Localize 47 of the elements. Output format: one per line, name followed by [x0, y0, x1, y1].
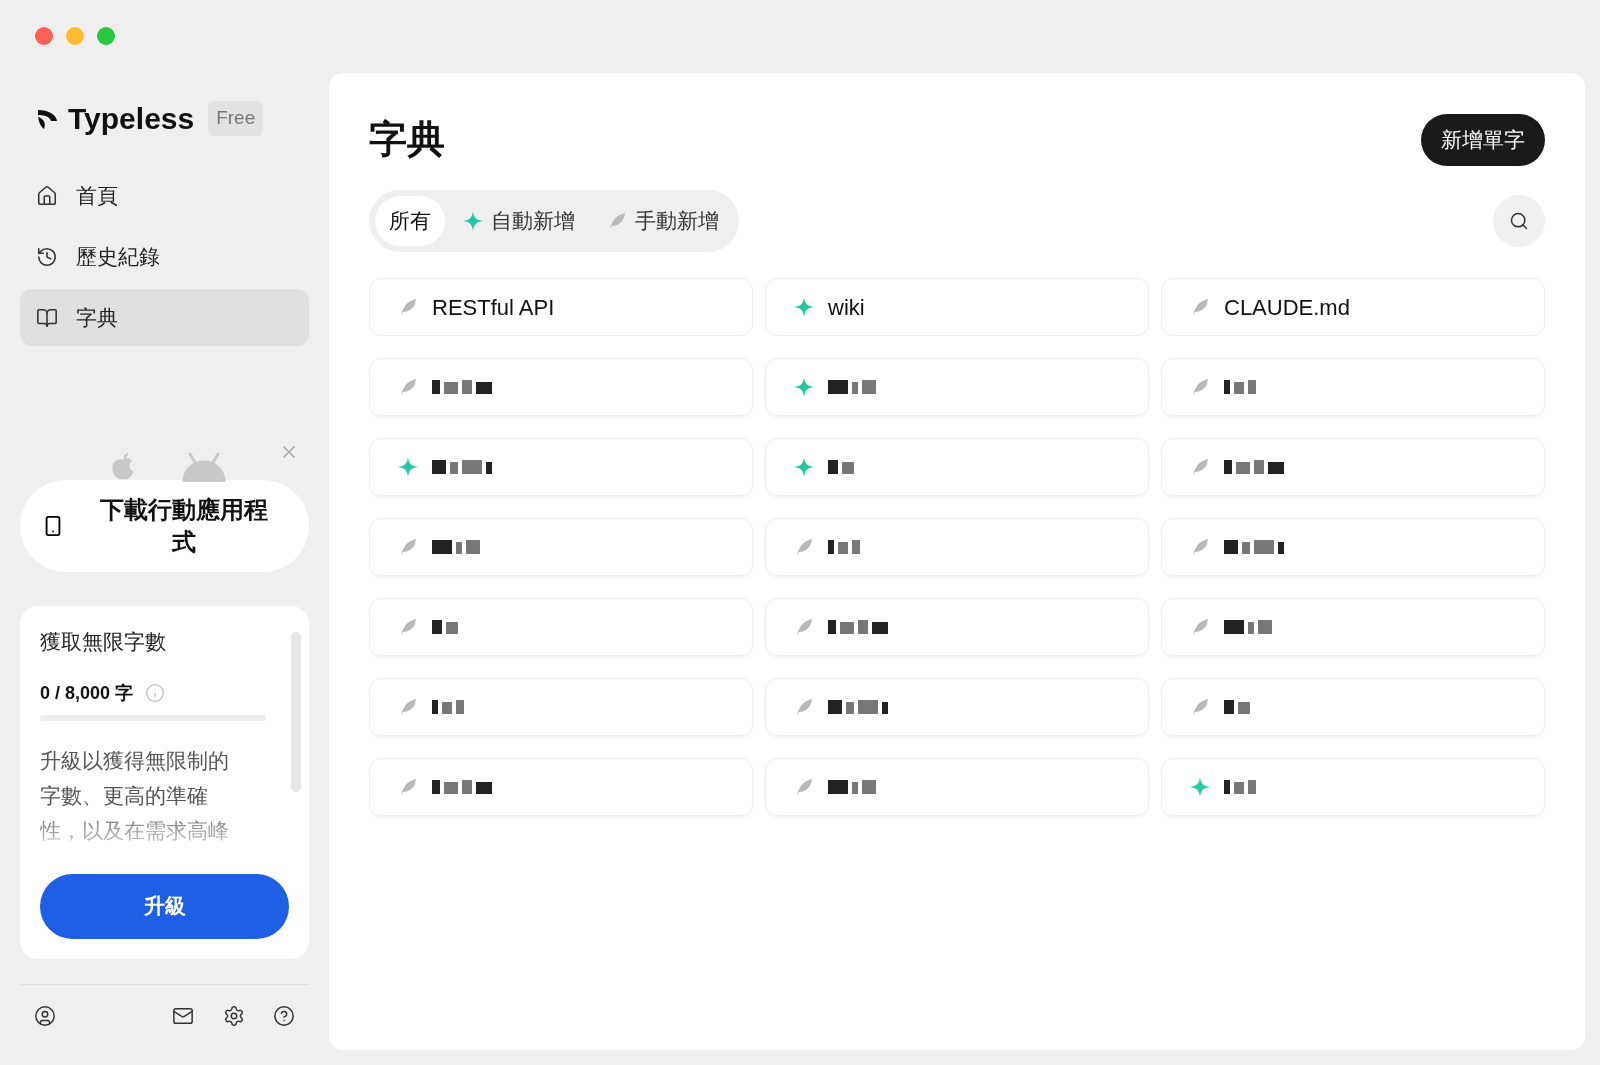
- dictionary-entry[interactable]: [765, 758, 1149, 816]
- filter-tab[interactable]: 所有: [375, 196, 445, 246]
- nav-label: 歷史紀錄: [76, 243, 160, 270]
- entry-word: RESTful API: [432, 293, 555, 322]
- dictionary-entry[interactable]: [765, 598, 1149, 656]
- dictionary-entry[interactable]: [369, 518, 753, 576]
- entry-word: CLAUDE.md: [1224, 293, 1350, 322]
- nav-label: 字典: [76, 304, 118, 331]
- nav-label: 首頁: [76, 182, 118, 209]
- filter-tab[interactable]: 自動新增: [449, 196, 589, 246]
- download-app-button[interactable]: 下載行動應用程式: [20, 480, 309, 572]
- dictionary-entry[interactable]: [369, 758, 753, 816]
- history-icon: [36, 245, 58, 268]
- book-icon: [36, 306, 58, 329]
- account-icon[interactable]: [34, 1005, 56, 1027]
- nav-item[interactable]: 首頁: [20, 167, 309, 224]
- mail-icon[interactable]: [171, 1005, 195, 1027]
- usage-description: 升級以獲得無限制的字數、更高的準確性，以及在需求高峰: [40, 747, 230, 844]
- nav-item[interactable]: 字典: [20, 289, 309, 346]
- dictionary-entry[interactable]: [1161, 438, 1545, 496]
- usage-count: 0 / 8,000 字: [40, 681, 134, 705]
- upgrade-button[interactable]: 升級: [40, 873, 289, 939]
- dictionary-entry[interactable]: [765, 678, 1149, 736]
- help-icon[interactable]: [273, 1005, 295, 1027]
- search-icon: [1509, 211, 1529, 231]
- dictionary-entry[interactable]: [369, 438, 753, 496]
- entry-word: wiki: [828, 293, 865, 322]
- home-icon: [36, 184, 58, 207]
- dictionary-entry[interactable]: [765, 358, 1149, 416]
- search-button[interactable]: [1493, 195, 1545, 247]
- dictionary-entry[interactable]: RESTful API: [369, 278, 753, 336]
- usage-title: 獲取無限字數: [40, 629, 167, 655]
- sparkle-icon: [463, 211, 483, 231]
- android-icon: [181, 452, 226, 482]
- dictionary-entry[interactable]: wiki: [765, 278, 1149, 336]
- brand-name: Typeless: [68, 101, 195, 137]
- dictionary-entry[interactable]: [369, 358, 753, 416]
- dictionary-entry[interactable]: [1161, 598, 1545, 656]
- dictionary-entry[interactable]: CLAUDE.md: [1161, 278, 1545, 336]
- close-window-button[interactable]: [35, 27, 53, 45]
- add-word-button[interactable]: 新增單字: [1421, 113, 1545, 166]
- filter-tab[interactable]: 手動新增: [593, 196, 733, 246]
- dictionary-entry[interactable]: [1161, 518, 1545, 576]
- plan-badge: Free: [208, 101, 264, 136]
- nav-item[interactable]: 歷史紀錄: [20, 228, 309, 285]
- page-title: 字典: [369, 117, 445, 162]
- settings-icon[interactable]: [223, 1005, 245, 1027]
